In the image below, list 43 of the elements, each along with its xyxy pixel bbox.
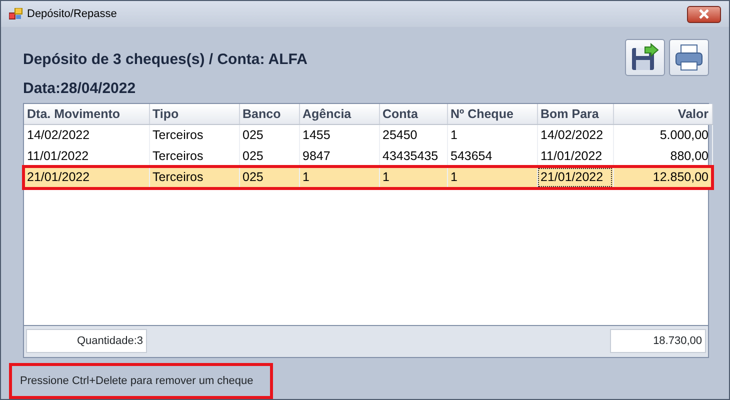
table-cell: 025 [239,167,299,188]
column-header[interactable]: Dta. Movimento [24,104,149,125]
column-header[interactable]: Bom Para [537,104,613,125]
table-cell: 11/01/2022 [537,146,613,167]
table-cell: 9847 [299,146,379,167]
column-header[interactable]: Agência [299,104,379,125]
column-header[interactable]: Banco [239,104,299,125]
table-cell: 1 [447,124,537,146]
print-button[interactable] [669,39,709,76]
table-cell: 1 [379,167,447,188]
dialog-heading: Depósito de 3 cheques(s) / Conta: ALFA [23,50,308,70]
window-title: Depósito/Repasse [27,6,117,22]
table-cell: 543654 [447,146,537,167]
status-message: Pressione Ctrl+Delete para remover um cheque [9,362,273,399]
count-field: Quantidade:3 [26,329,147,353]
table-cell: 14/02/2022 [24,124,149,146]
table-cell: Terceiros [149,124,239,146]
column-header[interactable]: Valor [613,104,712,125]
column-header[interactable]: Conta [379,104,447,125]
date-label: Data:28/04/2022 [23,79,137,99]
table-cell: 11/01/2022 [24,146,149,167]
table-cell: 25450 [379,124,447,146]
table-cell: 1 [299,167,379,188]
table-cell: 21/01/2022 [24,167,149,188]
table-cell: 5.000,00 [613,124,712,146]
table-cell: 880,00 [613,146,712,167]
close-icon [698,9,710,19]
close-button[interactable] [687,6,721,22]
table-cell: 12.850,00 [613,167,712,188]
table-cell: Terceiros [149,146,239,167]
table-cell: 21/01/2022 [537,167,613,188]
column-header[interactable]: Nº Cheque [447,104,537,125]
table-cell: 43435435 [379,146,447,167]
app-icon [9,8,23,20]
table-cell: 14/02/2022 [537,124,613,146]
table-cell: 1455 [299,124,379,146]
table-cell: 025 [239,124,299,146]
column-header[interactable]: Tipo [149,104,239,125]
table-cell: Terceiros [149,167,239,188]
table-cell: 025 [239,146,299,167]
table-cell: 1 [447,167,537,188]
total-field: 18.730,00 [610,329,706,353]
save-button[interactable] [625,39,665,76]
